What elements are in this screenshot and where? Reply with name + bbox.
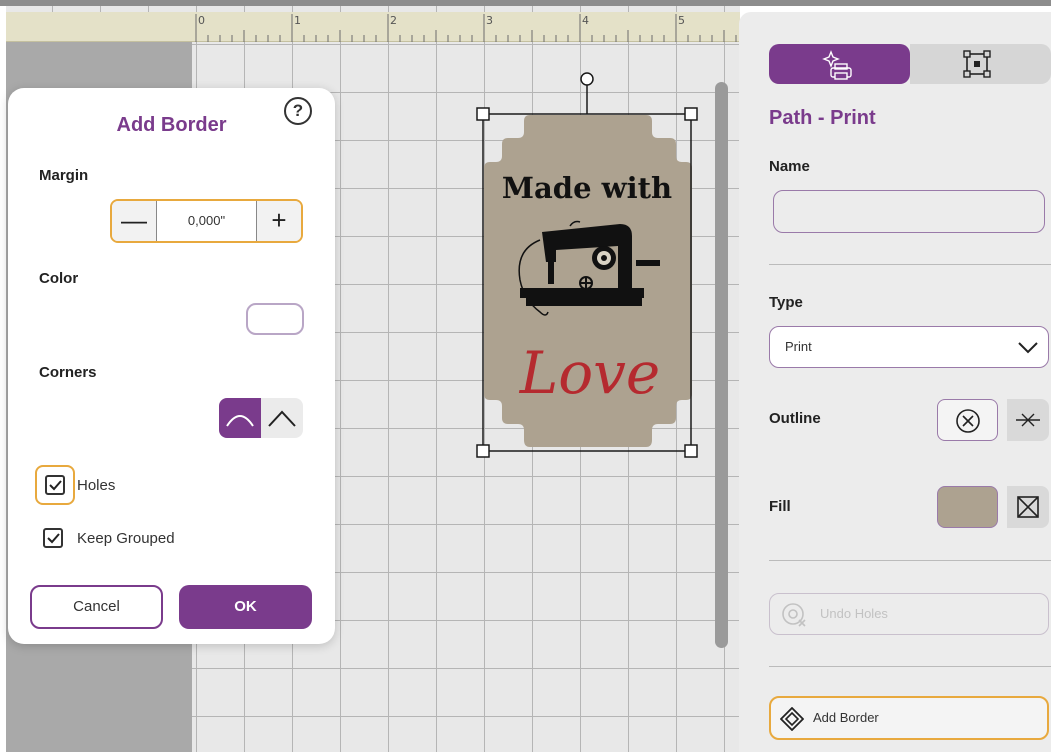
- divider: [769, 666, 1051, 667]
- margin-decrease-button[interactable]: —: [112, 201, 157, 241]
- resize-handle-bottom-right[interactable]: [684, 444, 698, 458]
- corner-sharp-button[interactable]: [261, 398, 303, 438]
- undo-holes-button[interactable]: Undo Holes: [769, 593, 1049, 635]
- fill-label: Fill: [769, 498, 791, 515]
- ruler-ticks: [195, 14, 737, 42]
- keep-grouped-label: Keep Grouped: [77, 529, 175, 547]
- margin-stepper[interactable]: — 0,000" +: [110, 199, 303, 243]
- top-ruler: 0 1 2 3 4 5: [6, 12, 740, 42]
- artwork-text-love: Love: [519, 339, 661, 407]
- name-input[interactable]: [773, 190, 1045, 233]
- outline-label: Outline: [769, 410, 821, 427]
- outline-none-button[interactable]: [1007, 399, 1049, 441]
- margin-increase-button[interactable]: +: [256, 201, 301, 241]
- round-corner-icon: [226, 415, 254, 427]
- ok-button[interactable]: OK: [179, 585, 312, 629]
- panel-title: Path - Print: [769, 107, 876, 129]
- holes-label: Holes: [77, 476, 116, 494]
- fill-color-swatch[interactable]: [937, 486, 998, 528]
- margin-label: Margin: [39, 167, 89, 184]
- artwork-text-made-with: Made with: [502, 171, 672, 205]
- canvas-scrollbar[interactable]: [715, 82, 728, 648]
- ruler-label-4: 4: [582, 14, 589, 27]
- checkmark-icon: [47, 533, 60, 544]
- resize-handle-bottom-left[interactable]: [476, 444, 490, 458]
- tab-cut[interactable]: [910, 44, 1051, 84]
- type-select[interactable]: Print: [769, 326, 1049, 368]
- divider: [769, 264, 1051, 265]
- sharp-corner-icon: [268, 410, 296, 427]
- help-icon[interactable]: ?: [284, 97, 312, 125]
- undo-holes-label: Undo Holes: [820, 606, 888, 621]
- fill-none-button[interactable]: [1007, 486, 1049, 528]
- color-label: Color: [39, 270, 79, 287]
- border-color-swatch[interactable]: [246, 303, 304, 335]
- checkmark-icon: [49, 480, 62, 491]
- holes-checkbox-row[interactable]: Holes: [45, 475, 115, 495]
- ruler-label-1: 1: [294, 14, 301, 27]
- corners-label: Corners: [39, 364, 97, 381]
- selected-artwork[interactable]: Made with Love: [475, 70, 705, 460]
- no-outline-icon: [956, 409, 980, 433]
- resize-handle-top-right[interactable]: [684, 107, 698, 121]
- no-fill-icon: [1017, 496, 1039, 518]
- keep-grouped-checkbox[interactable]: [43, 528, 63, 548]
- divider: [769, 560, 1051, 561]
- add-border-dialog: Add Border ? Margin — 0,000" + Color Cor…: [8, 88, 335, 644]
- undo-holes-icon: [782, 603, 806, 627]
- name-label: Name: [769, 158, 810, 175]
- cancel-button[interactable]: Cancel: [30, 585, 163, 629]
- outline-color-button[interactable]: [937, 399, 998, 441]
- tab-print[interactable]: [769, 44, 910, 84]
- print-sparkle-icon: [822, 50, 852, 80]
- add-border-button[interactable]: Add Border: [769, 696, 1049, 740]
- rotate-handle[interactable]: [580, 72, 594, 86]
- ruler-label-5: 5: [678, 14, 685, 27]
- resize-handle-top-left[interactable]: [476, 107, 490, 121]
- keep-grouped-checkbox-row[interactable]: Keep Grouped: [43, 528, 175, 548]
- ruler-label-3: 3: [486, 14, 493, 27]
- ruler-label-2: 2: [390, 14, 397, 27]
- ruler-label-0: 0: [198, 14, 205, 27]
- add-border-label: Add Border: [813, 710, 879, 725]
- type-label: Type: [769, 294, 803, 311]
- path-nodes-icon: [963, 50, 991, 78]
- chevron-down-icon: [1018, 342, 1038, 354]
- type-select-value: Print: [785, 339, 812, 354]
- holes-checkbox[interactable]: [45, 475, 65, 495]
- margin-value-input[interactable]: 0,000": [157, 201, 256, 241]
- properties-panel: Path - Print Name Type Print Outline Fil…: [739, 12, 1051, 752]
- stroke-off-icon: [1016, 413, 1040, 427]
- corner-round-button[interactable]: [219, 398, 261, 438]
- add-border-icon: [780, 707, 804, 731]
